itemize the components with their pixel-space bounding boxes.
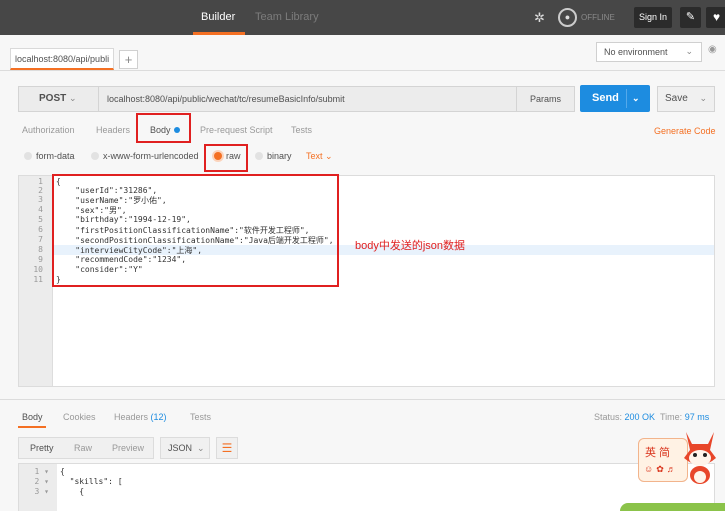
line-gutter: 1 ▾ 2 ▾ 3 ▾	[19, 464, 57, 511]
radio-label: binary	[267, 151, 292, 161]
radio-icon	[24, 152, 32, 160]
annotation-text: body中发送的json数据	[355, 240, 466, 252]
json-annotation-box	[52, 174, 339, 287]
request-body-editor[interactable]: 1 2 3 4 5 6 7 8 9 10 11 { "userId":"3128…	[18, 174, 715, 387]
save-label: Save	[665, 93, 688, 104]
view-pretty-button[interactable]: Pretty	[30, 443, 54, 453]
radio-icon	[255, 152, 263, 160]
ime-icons: ☺✿♬	[644, 464, 679, 474]
body-tab-annotation-box	[136, 113, 191, 143]
line-number: 9	[38, 255, 43, 264]
line-number[interactable]: 1 ▾	[19, 467, 49, 476]
tab-headers[interactable]: Headers	[96, 125, 130, 135]
response-tab-headers-label: Headers	[114, 412, 149, 422]
line-number: 10	[33, 265, 43, 274]
send-label: Send	[592, 92, 619, 104]
url-input[interactable]: localhost:8080/api/public/wechat/tc/resu…	[107, 94, 345, 104]
decorative-bar	[620, 503, 725, 511]
generate-code-link[interactable]: Generate Code	[654, 126, 716, 136]
divider	[626, 89, 627, 108]
environment-select[interactable]: No environment ⌄	[596, 42, 702, 62]
code-line: "skills": [	[60, 477, 123, 486]
view-preview-button[interactable]: Preview	[112, 443, 144, 453]
chevron-down-icon: ⌄	[69, 93, 77, 103]
chevron-down-icon: ⌄	[325, 151, 333, 161]
tab-pre-request-script[interactable]: Pre-request Script	[200, 125, 273, 135]
line-number[interactable]: 3 ▾	[19, 487, 49, 496]
line-number: 5	[38, 215, 43, 224]
chevron-down-icon: ⌄	[685, 46, 693, 56]
send-button[interactable]: Send ⌄	[580, 85, 650, 112]
eye-icon[interactable]: ◉	[708, 44, 725, 59]
radio-form-data[interactable]: form-data	[24, 151, 75, 161]
radio-label: form-data	[36, 151, 75, 161]
response-tab-body[interactable]: Body	[22, 412, 43, 422]
line-number: 11	[33, 275, 43, 284]
radio-urlencoded[interactable]: x-www-form-urlencoded	[91, 151, 199, 161]
response-format-select[interactable]: JSON ⌄	[160, 437, 210, 459]
content-type-select[interactable]: Text ⌄	[306, 151, 333, 162]
line-number: 6	[38, 225, 43, 234]
fox-mascot-icon	[684, 432, 716, 484]
response-tab-tests[interactable]: Tests	[190, 412, 211, 422]
offline-status: OFFLINE	[581, 13, 615, 22]
line-number: 4	[38, 205, 43, 214]
divider	[0, 399, 725, 400]
raw-annotation-box	[204, 144, 248, 172]
sync-icon[interactable]: ●	[558, 8, 577, 27]
status-label: Status:	[594, 412, 623, 422]
chevron-down-icon: ⌄	[197, 443, 205, 453]
url-bar: POST ⌄ localhost:8080/api/public/wechat/…	[18, 86, 575, 112]
radio-icon	[91, 152, 99, 160]
radio-binary[interactable]: binary	[255, 151, 292, 161]
code-line: {	[60, 467, 65, 476]
tab-authorization[interactable]: Authorization	[22, 125, 75, 135]
radio-label: x-www-form-urlencoded	[103, 151, 199, 161]
response-status: Status: 200 OK	[594, 412, 655, 422]
line-number: 2	[38, 186, 43, 195]
response-format-value: JSON	[168, 443, 193, 453]
line-number: 1	[38, 177, 43, 186]
code-line: {	[60, 487, 85, 496]
top-bar: Builder Team Library ✲ ● OFFLINE Sign In…	[0, 0, 725, 35]
headers-count: (12)	[150, 412, 167, 422]
request-tab[interactable]: localhost:8080/api/publi	[10, 48, 114, 70]
sign-in-button[interactable]: Sign In	[634, 7, 672, 28]
active-tab-indicator	[18, 426, 46, 428]
tab-builder[interactable]: Builder	[201, 11, 235, 23]
view-mode-toggle: Pretty Raw Preview	[18, 437, 154, 459]
status-value: 200 OK	[624, 412, 656, 422]
response-tab-cookies[interactable]: Cookies	[63, 412, 96, 422]
line-gutter: 1 2 3 4 5 6 7 8 9 10 11	[19, 176, 53, 386]
line-number: 8	[38, 245, 43, 254]
add-tab-button[interactable]: +	[119, 50, 138, 69]
ime-mascot-widget[interactable]: 英 简 ☺✿♬	[638, 428, 722, 490]
line-number: 7	[38, 235, 43, 244]
method-select[interactable]: POST ⌄	[19, 87, 99, 111]
chevron-down-icon: ⌄	[699, 93, 707, 103]
response-time: Time: 97 ms	[660, 412, 709, 422]
wrap-lines-icon[interactable]: ☰	[216, 437, 238, 459]
method-value: POST	[39, 93, 67, 104]
time-value: 97 ms	[684, 412, 710, 422]
time-label: Time:	[660, 412, 683, 422]
settings-wrench-icon[interactable]: ✎	[680, 7, 701, 28]
tab-tests[interactable]: Tests	[291, 125, 312, 135]
environment-select-value: No environment	[604, 47, 668, 57]
response-tab-headers[interactable]: Headers (12)	[114, 412, 167, 422]
active-tab-indicator	[193, 32, 245, 35]
response-body-viewer[interactable]: 1 ▾ 2 ▾ 3 ▾ { "skills": [ {	[18, 463, 715, 511]
params-button[interactable]: Params	[516, 87, 574, 111]
content-type-value: Text	[306, 151, 323, 161]
line-number: 3	[38, 195, 43, 204]
view-raw-button[interactable]: Raw	[74, 443, 92, 453]
ime-label: 英 简	[645, 447, 671, 459]
satellite-icon[interactable]: ✲	[530, 8, 549, 27]
tab-team-library[interactable]: Team Library	[255, 11, 319, 23]
chevron-down-icon[interactable]: ⌄	[632, 85, 640, 112]
divider	[0, 70, 725, 71]
save-button[interactable]: Save ⌄	[657, 86, 715, 112]
line-number[interactable]: 2 ▾	[19, 477, 49, 486]
heart-icon[interactable]: ♥	[706, 7, 725, 28]
